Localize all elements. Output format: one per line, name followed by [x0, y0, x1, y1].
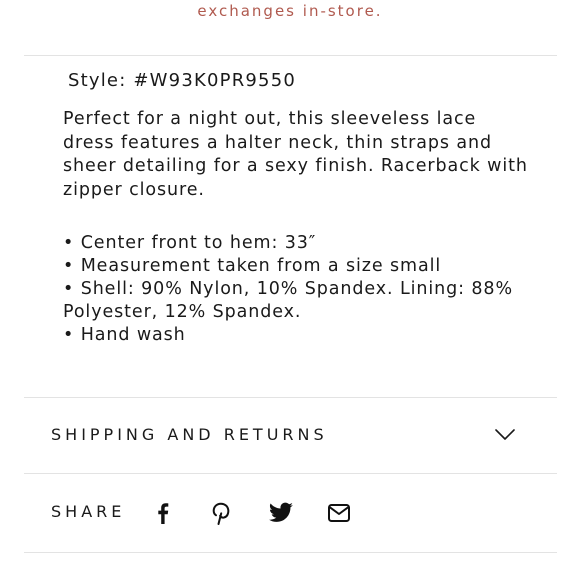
divider — [24, 552, 557, 553]
twitter-icon[interactable] — [268, 500, 294, 526]
style-number: Style: #W93K0PR9550 — [68, 70, 297, 91]
shipping-returns-label: SHIPPING AND RETURNS — [51, 425, 328, 444]
facebook-icon[interactable] — [150, 500, 176, 526]
divider — [24, 55, 557, 56]
product-details-list: Center front to hem: 33″ Measurement tak… — [63, 232, 533, 347]
detail-item: Center front to hem: 33″ — [63, 232, 533, 255]
email-icon[interactable] — [326, 500, 352, 526]
pinterest-icon[interactable] — [208, 500, 234, 526]
chevron-down-icon[interactable] — [494, 426, 516, 442]
product-description: Perfect for a night out, this sleeveless… — [63, 109, 528, 200]
detail-item: Hand wash — [63, 324, 533, 347]
detail-item: Measurement taken from a size small — [63, 255, 533, 278]
store-policy-note: exchanges in-store. — [197, 2, 383, 20]
detail-item: Shell: 90% Nylon, 10% Spandex. Lining: 8… — [63, 278, 533, 324]
share-row: SHARE — [24, 474, 557, 552]
share-label: SHARE — [51, 502, 126, 521]
shipping-returns-accordion[interactable]: SHIPPING AND RETURNS — [24, 398, 557, 473]
